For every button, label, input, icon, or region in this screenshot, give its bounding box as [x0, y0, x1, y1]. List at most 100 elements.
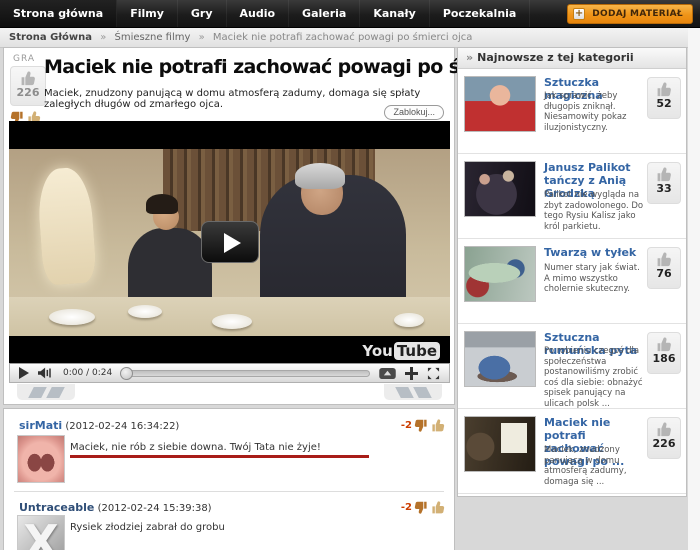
- add-icon[interactable]: [405, 367, 418, 380]
- thumb-up-icon: [655, 166, 674, 183]
- video-still[interactable]: YouTube: [9, 121, 450, 363]
- sidebar: »Najnowsze z tej kategorii Sztuczka magi…: [457, 47, 687, 497]
- player-controls: 0:00 / 0:24: [9, 363, 450, 383]
- comment-vote-buttons: [413, 418, 446, 433]
- page: Strona główna Filmy Gry Audio Galeria Ka…: [0, 0, 700, 550]
- youtube-logo-you: You: [362, 342, 392, 360]
- play-button[interactable]: [19, 367, 29, 379]
- add-material-label: DODAJ MATERIAŁ: [592, 9, 683, 19]
- play-overlay-button[interactable]: [201, 221, 259, 263]
- sidebar-item-rating: 52: [647, 77, 681, 119]
- video-scene-cup: [128, 305, 162, 318]
- nav-item-strona-glowna[interactable]: Strona główna: [0, 0, 117, 27]
- comment-author[interactable]: sirMati: [19, 419, 62, 432]
- thumb-down-icon[interactable]: [413, 418, 428, 433]
- sidebar-item[interactable]: Sztuczka magiczna Jak sprawić, żeby dług…: [458, 69, 686, 154]
- sidebar-item-thumbnail[interactable]: [464, 161, 536, 217]
- play-icon: [224, 233, 241, 253]
- breadcrumb-home[interactable]: Strona Główna: [9, 32, 92, 43]
- avatar[interactable]: X: [17, 515, 65, 550]
- breadcrumb-separator-icon: »: [100, 32, 106, 43]
- avatar[interactable]: [17, 435, 65, 483]
- sidebar-item-thumbnail[interactable]: [464, 76, 536, 132]
- article-rating-count: 226: [11, 87, 45, 98]
- comment-timestamp: (2012-02-24 15:39:38): [98, 503, 212, 514]
- comment-author-row: Untraceable (2012-02-24 15:39:38): [19, 501, 212, 514]
- video-scene-cup: [212, 314, 252, 329]
- sidebar-item-description: Maciek, znudzony panującą w domu atmosfe…: [544, 445, 648, 487]
- chevron-right-icon: »: [466, 51, 473, 64]
- nav-item-audio[interactable]: Audio: [227, 0, 290, 27]
- youtube-logo: YouTube: [362, 342, 440, 360]
- sidebar-item[interactable]: Maciek nie potrafi zachować powagi po ..…: [458, 409, 686, 494]
- breadcrumb: Strona Główna » Śmieszne filmy » Maciek …: [0, 28, 700, 48]
- comment-score: -2: [401, 420, 412, 431]
- article-card: GRA 226 Maciek nie potrafi zachować powa…: [3, 47, 455, 405]
- comment-text: Rysiek złodziej zabrał do grobu: [70, 522, 434, 533]
- sidebar-item-rating-count: 33: [648, 183, 680, 195]
- page-title: Maciek nie potrafi zachować powagi po śm…: [44, 56, 448, 78]
- volume-icon[interactable]: [38, 367, 54, 379]
- sidebar-item-rating: 186: [647, 332, 681, 374]
- sidebar-item-description: Jak sprawić, żeby długopis zniknął. Nies…: [544, 91, 648, 133]
- nav-item-poczekalnia[interactable]: Poczekalnia: [430, 0, 531, 27]
- comment-score: -2: [401, 502, 412, 513]
- comment-author[interactable]: Untraceable: [19, 501, 94, 514]
- thumb-up-icon: [655, 421, 674, 438]
- sidebar-item-thumbnail[interactable]: [464, 246, 536, 302]
- comments-section: sirMati (2012-02-24 16:34:22) -2 Maciek,…: [3, 408, 455, 550]
- video-player: YouTube 0:00 / 0:24: [9, 121, 450, 383]
- sidebar-item[interactable]: Twarzą w tyłek Numer stary jak świat. A …: [458, 239, 686, 324]
- sidebar-item-rating: 33: [647, 162, 681, 204]
- sidebar-item[interactable]: Sztuczna rumuńska pyta Po robieniu czego…: [458, 324, 686, 409]
- video-scene-cup: [394, 313, 424, 327]
- thumb-down-icon[interactable]: [413, 500, 428, 515]
- comment-vote-buttons: [413, 500, 446, 515]
- add-material-button[interactable]: + DODAJ MATERIAŁ: [567, 4, 693, 24]
- video-scene-table: [9, 297, 450, 336]
- plus-icon: +: [573, 8, 585, 20]
- progress-bar[interactable]: [121, 370, 370, 377]
- nav-item-kanaly[interactable]: Kanały: [360, 0, 429, 27]
- progress-knob[interactable]: [120, 367, 133, 380]
- article-rating-box: 226: [10, 66, 46, 106]
- block-button[interactable]: Zablokuj...: [384, 105, 444, 120]
- next-icon: [395, 387, 414, 398]
- popout-icon[interactable]: [379, 368, 396, 379]
- comment-author-row: sirMati (2012-02-24 16:34:22): [19, 419, 179, 432]
- sidebar-item-title[interactable]: Twarzą w tyłek: [544, 246, 646, 259]
- thumb-up-icon: [19, 70, 38, 87]
- previous-material-button[interactable]: [17, 384, 75, 400]
- page-right-gutter: [688, 28, 700, 550]
- breadcrumb-separator-icon: »: [199, 32, 205, 43]
- breadcrumb-current: Maciek nie potrafi zachować powagi po śm…: [213, 32, 473, 43]
- nav-item-gry[interactable]: Gry: [178, 0, 227, 27]
- sidebar-item[interactable]: Janusz Palikot tańczy z Anią Grodzką Pal…: [458, 154, 686, 239]
- time-display: 0:00 / 0:24: [63, 368, 112, 378]
- sidebar-item-rating-count: 52: [648, 98, 680, 110]
- category-label: GRA: [13, 54, 35, 64]
- next-icon: [413, 387, 432, 398]
- thumb-up-icon[interactable]: [431, 500, 446, 515]
- thumb-up-icon: [655, 251, 674, 268]
- sidebar-item-rating-count: 186: [648, 353, 680, 365]
- thumb-up-icon: [655, 81, 674, 98]
- comment-timestamp: (2012-02-24 16:34:22): [65, 421, 179, 432]
- sidebar-item-rating-count: 76: [648, 268, 680, 280]
- thumb-up-icon[interactable]: [431, 418, 446, 433]
- breadcrumb-category[interactable]: Śmieszne filmy: [115, 32, 191, 43]
- previous-icon: [46, 387, 65, 398]
- thumb-up-icon: [655, 336, 674, 353]
- article-description: Maciek, znudzony panującą w domu atmosfe…: [44, 88, 444, 110]
- nav-item-filmy[interactable]: Filmy: [117, 0, 178, 27]
- sidebar-item-thumbnail[interactable]: [464, 416, 536, 472]
- sidebar-item-description: Po robieniu czegoś dla społeczeństwa pos…: [544, 346, 648, 409]
- next-material-button[interactable]: [384, 384, 442, 400]
- sidebar-item-rating: 226: [647, 417, 681, 459]
- sidebar-header: »Najnowsze z tej kategorii: [458, 48, 686, 69]
- sidebar-item-thumbnail[interactable]: [464, 331, 536, 387]
- youtube-logo-tube: Tube: [394, 342, 440, 360]
- sidebar-item-rating-count: 226: [648, 438, 680, 450]
- fullscreen-icon[interactable]: [427, 367, 440, 380]
- nav-item-galeria[interactable]: Galeria: [289, 0, 360, 27]
